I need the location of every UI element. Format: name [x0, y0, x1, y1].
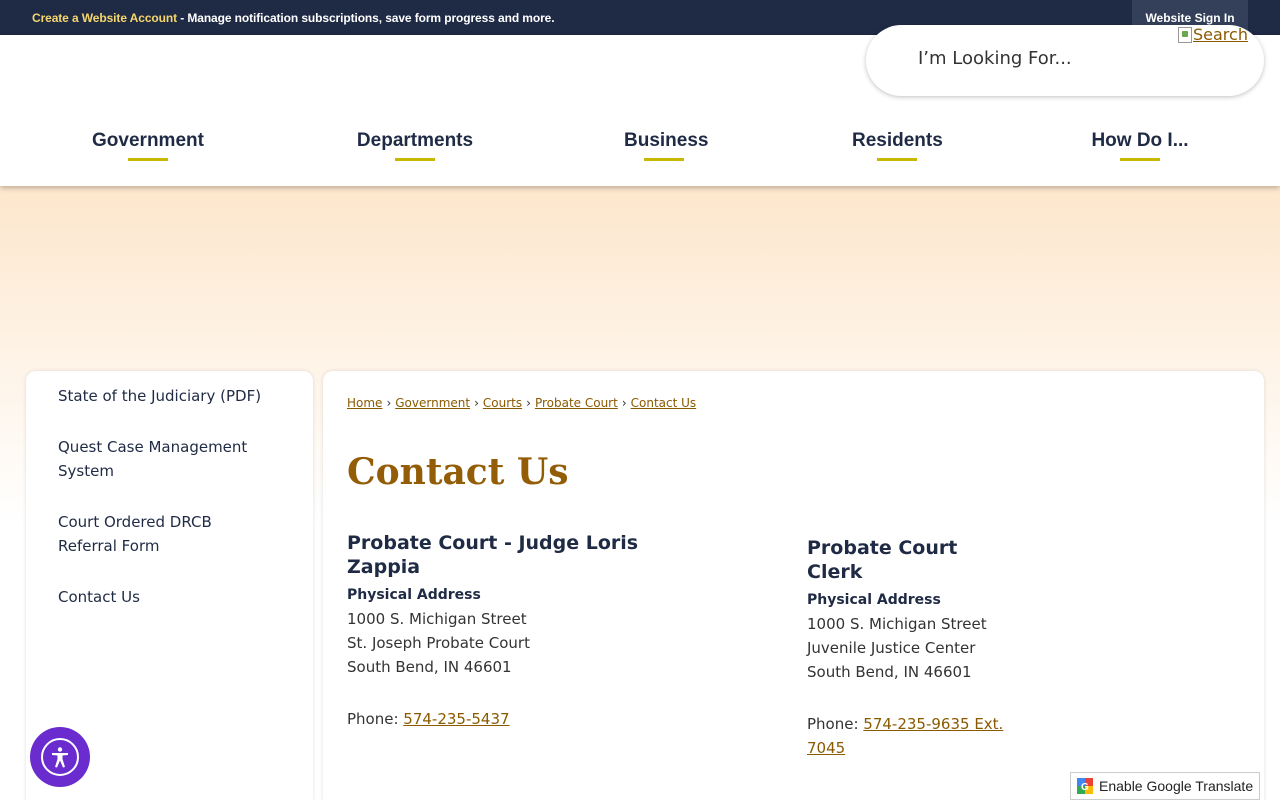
breadcrumb-home[interactable]: Home [347, 396, 382, 410]
breadcrumb-separator: › [386, 396, 392, 410]
search-button-alt: Search [1193, 25, 1248, 44]
nav-business[interactable]: Business [624, 130, 708, 161]
address-line: 1000 S. Michigan Street [347, 610, 527, 628]
contact-card-judge: Probate Court - Judge Loris Zappia Physi… [347, 531, 707, 731]
breadcrumb-separator: › [474, 396, 479, 410]
broken-image-icon [1178, 26, 1192, 43]
address-line: 1000 S. Michigan Street [807, 615, 987, 633]
site-header: I’m Looking For... Search Government Dep… [0, 25, 1280, 186]
nav-how-do-i[interactable]: How Do I... [1090, 130, 1190, 161]
address-line: Juvenile Justice Center [807, 639, 976, 657]
nav-label: How Do I... [1091, 130, 1189, 151]
nav-underline [644, 158, 684, 161]
nav-government[interactable]: Government [91, 130, 205, 161]
create-account-link[interactable]: Create a Website Account [32, 11, 177, 25]
search-input[interactable]: I’m Looking For... [918, 48, 1072, 69]
accessibility-button[interactable] [30, 727, 90, 787]
address-line: South Bend, IN 46601 [347, 658, 512, 676]
phone-label: Phone: [347, 710, 404, 728]
account-message-text: - Manage notification subscriptions, sav… [176, 11, 555, 25]
nav-underline [395, 158, 435, 161]
google-translate-icon: G [1077, 778, 1093, 794]
search-box: I’m Looking For... Search [866, 25, 1264, 96]
breadcrumb: Home › Government › Courts › Probate Court › Con… [347, 396, 696, 410]
address-line: St. Joseph Probate Court [347, 634, 530, 652]
sidebar-item-contact-us[interactable]: Contact Us [58, 585, 268, 609]
nav-label: Residents [852, 130, 943, 151]
breadcrumb-contact-us[interactable]: Contact Us [631, 396, 697, 410]
phone-row: Phone: 574-235-9635 Ext. 7045 [807, 712, 1007, 760]
breadcrumb-government[interactable]: Government [395, 396, 470, 410]
breadcrumb-probate-court[interactable]: Probate Court [535, 396, 618, 410]
phone-link[interactable]: 574-235-5437 [403, 710, 509, 728]
nav-underline [877, 158, 917, 161]
address-label: Physical Address [807, 592, 941, 608]
nav-departments[interactable]: Departments [355, 130, 475, 161]
nav-underline [128, 158, 168, 161]
sidebar-item-state-of-judiciary[interactable]: State of the Judiciary (PDF) [58, 384, 268, 408]
nav-label: Departments [356, 130, 474, 151]
contact-card-clerk: Probate Court Clerk Physical Address 100… [807, 536, 1007, 760]
google-translate-label: Enable Google Translate [1099, 778, 1254, 794]
google-translate-button[interactable]: G Enable Google Translate [1070, 772, 1260, 800]
address-line: South Bend, IN 46601 [807, 663, 972, 681]
accessibility-icon [41, 738, 79, 776]
svg-text:G: G [1081, 782, 1089, 793]
nav-residents[interactable]: Residents [852, 130, 943, 161]
phone-row: Phone: 574-235-5437 [347, 707, 707, 731]
breadcrumb-separator: › [621, 396, 627, 410]
sidebar-item-drcb-referral[interactable]: Court Ordered DRCB Referral Form [58, 510, 228, 558]
breadcrumb-courts[interactable]: Courts [483, 396, 522, 410]
contact-name: Probate Court Clerk [807, 537, 958, 583]
search-button[interactable]: Search [1178, 25, 1248, 44]
main-content: Home › Government › Courts › Probate Court › Con… [323, 371, 1264, 800]
account-message: Create a Website Account - Manage notifi… [32, 11, 555, 25]
nav-label: Business [624, 130, 709, 151]
address-label: Physical Address [347, 587, 481, 603]
nav-underline [1120, 158, 1160, 161]
breadcrumb-separator: › [526, 396, 531, 410]
page-title: Contact Us [347, 451, 569, 493]
contact-name: Probate Court - Judge Loris Zappia [347, 532, 639, 578]
phone-label: Phone: [807, 715, 864, 733]
nav-label: Government [92, 130, 204, 151]
sidebar-item-quest-case[interactable]: Quest Case Management System [58, 435, 258, 483]
